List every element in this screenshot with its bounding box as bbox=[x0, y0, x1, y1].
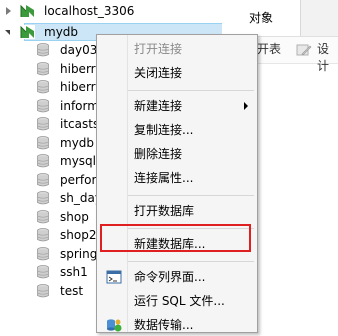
connection-label: mydb bbox=[44, 25, 79, 39]
mysql-connection-icon bbox=[20, 25, 35, 39]
database-label: spring bbox=[60, 247, 98, 261]
database-icon bbox=[37, 247, 49, 261]
menu-separator bbox=[128, 90, 254, 91]
database-icon bbox=[37, 173, 49, 187]
database-icon bbox=[37, 191, 49, 205]
database-label: itcasts bbox=[60, 117, 100, 131]
database-icon bbox=[37, 80, 49, 94]
menu-item-label: 命令列界面... bbox=[134, 270, 206, 284]
open-table-button[interactable]: 开表 bbox=[257, 40, 281, 57]
database-label: day03 bbox=[60, 43, 98, 57]
database-icon bbox=[37, 284, 49, 298]
connection-label: localhost_3306 bbox=[44, 4, 135, 18]
database-label: mydb bbox=[60, 136, 95, 150]
menu-item-label: 新建连接 bbox=[134, 99, 183, 113]
design-table-icon[interactable] bbox=[296, 42, 312, 58]
menu-item-3[interactable]: 新建连接 bbox=[97, 95, 257, 117]
database-icon bbox=[37, 117, 49, 131]
database-icon bbox=[37, 228, 49, 242]
tree-item-database[interactable]: ssh1 bbox=[0, 263, 100, 281]
context-menu: 打开连接 关闭连接 新建连接 复制连接... 删除连接 连接属性... 打开数据库 新建数据库… bbox=[96, 34, 258, 333]
database-label: test bbox=[60, 284, 84, 298]
menu-item-label: 复制连接... bbox=[134, 123, 194, 137]
database-label: hiberr bbox=[60, 62, 96, 76]
database-icon bbox=[37, 210, 49, 224]
database-label: perfor bbox=[60, 173, 97, 187]
tab-objects[interactable]: 对象 bbox=[222, 0, 301, 36]
menu-item-4[interactable]: 复制连接... bbox=[97, 119, 257, 141]
tree-item-database[interactable]: spring bbox=[0, 245, 100, 263]
menu-separator bbox=[128, 261, 254, 262]
database-label: mysql bbox=[60, 154, 96, 168]
menu-item-12[interactable]: 命令列界面... bbox=[97, 266, 257, 288]
database-label: hiberr bbox=[60, 80, 96, 94]
tree-item-database[interactable]: test bbox=[0, 282, 100, 300]
tree-item-database[interactable]: shop2 bbox=[0, 226, 100, 244]
database-label: inform bbox=[60, 99, 99, 113]
database-icon bbox=[37, 43, 49, 57]
tree-item-database[interactable]: hiberr bbox=[0, 78, 100, 96]
database-label: shop2 bbox=[60, 228, 97, 242]
design-table-button[interactable]: 设计 bbox=[317, 40, 338, 74]
menu-item-label: 运行 SQL 文件... bbox=[134, 294, 225, 308]
menu-item-label: 打开连接 bbox=[134, 42, 183, 56]
tree-item-localhost-3306[interactable]: localhost_3306 bbox=[0, 2, 222, 20]
database-icon bbox=[37, 62, 49, 76]
tree-item-database[interactable]: sh_day bbox=[0, 189, 102, 207]
menu-item-13[interactable]: 运行 SQL 文件... bbox=[97, 290, 257, 312]
tree-item-database[interactable]: itcasts bbox=[0, 115, 100, 133]
tree-item-database[interactable]: hiberr bbox=[0, 60, 100, 78]
menu-item-label: 关闭连接 bbox=[134, 66, 183, 80]
menu-item-5[interactable]: 删除连接 bbox=[97, 143, 257, 165]
menu-item-6[interactable]: 连接属性... bbox=[97, 167, 257, 189]
console-icon bbox=[106, 270, 122, 284]
menu-item-0[interactable]: 打开连接 bbox=[97, 38, 257, 60]
collapse-arrow-icon[interactable] bbox=[5, 30, 10, 35]
menu-item-label: 删除连接 bbox=[134, 147, 183, 161]
menu-separator bbox=[128, 195, 254, 196]
tree-item-database[interactable]: day03 bbox=[0, 41, 100, 59]
menu-item-8[interactable]: 打开数据库 bbox=[97, 200, 257, 222]
database-label: ssh1 bbox=[60, 265, 88, 279]
tree-item-database[interactable]: shop bbox=[0, 208, 100, 226]
mysql-connection-icon bbox=[20, 4, 35, 18]
tree-item-database[interactable]: mysql bbox=[0, 152, 100, 170]
database-icon bbox=[37, 265, 49, 279]
menu-item-1[interactable]: 关闭连接 bbox=[97, 62, 257, 84]
database-icon bbox=[37, 136, 49, 150]
menu-item-label: 打开数据库 bbox=[134, 204, 195, 218]
menu-item-label: 连接属性... bbox=[134, 171, 194, 185]
database-icon bbox=[37, 99, 49, 113]
submenu-arrow-icon bbox=[244, 102, 248, 110]
annotation-highlight-box bbox=[100, 224, 251, 252]
database-label: shop bbox=[60, 210, 89, 224]
tree-item-database[interactable]: perfor bbox=[0, 171, 100, 189]
data-transfer-icon bbox=[107, 319, 122, 332]
tree-item-database[interactable]: inform bbox=[0, 97, 100, 115]
tree-item-database[interactable]: mydb bbox=[0, 134, 100, 152]
expand-arrow-icon[interactable] bbox=[6, 7, 11, 15]
database-icon bbox=[37, 154, 49, 168]
